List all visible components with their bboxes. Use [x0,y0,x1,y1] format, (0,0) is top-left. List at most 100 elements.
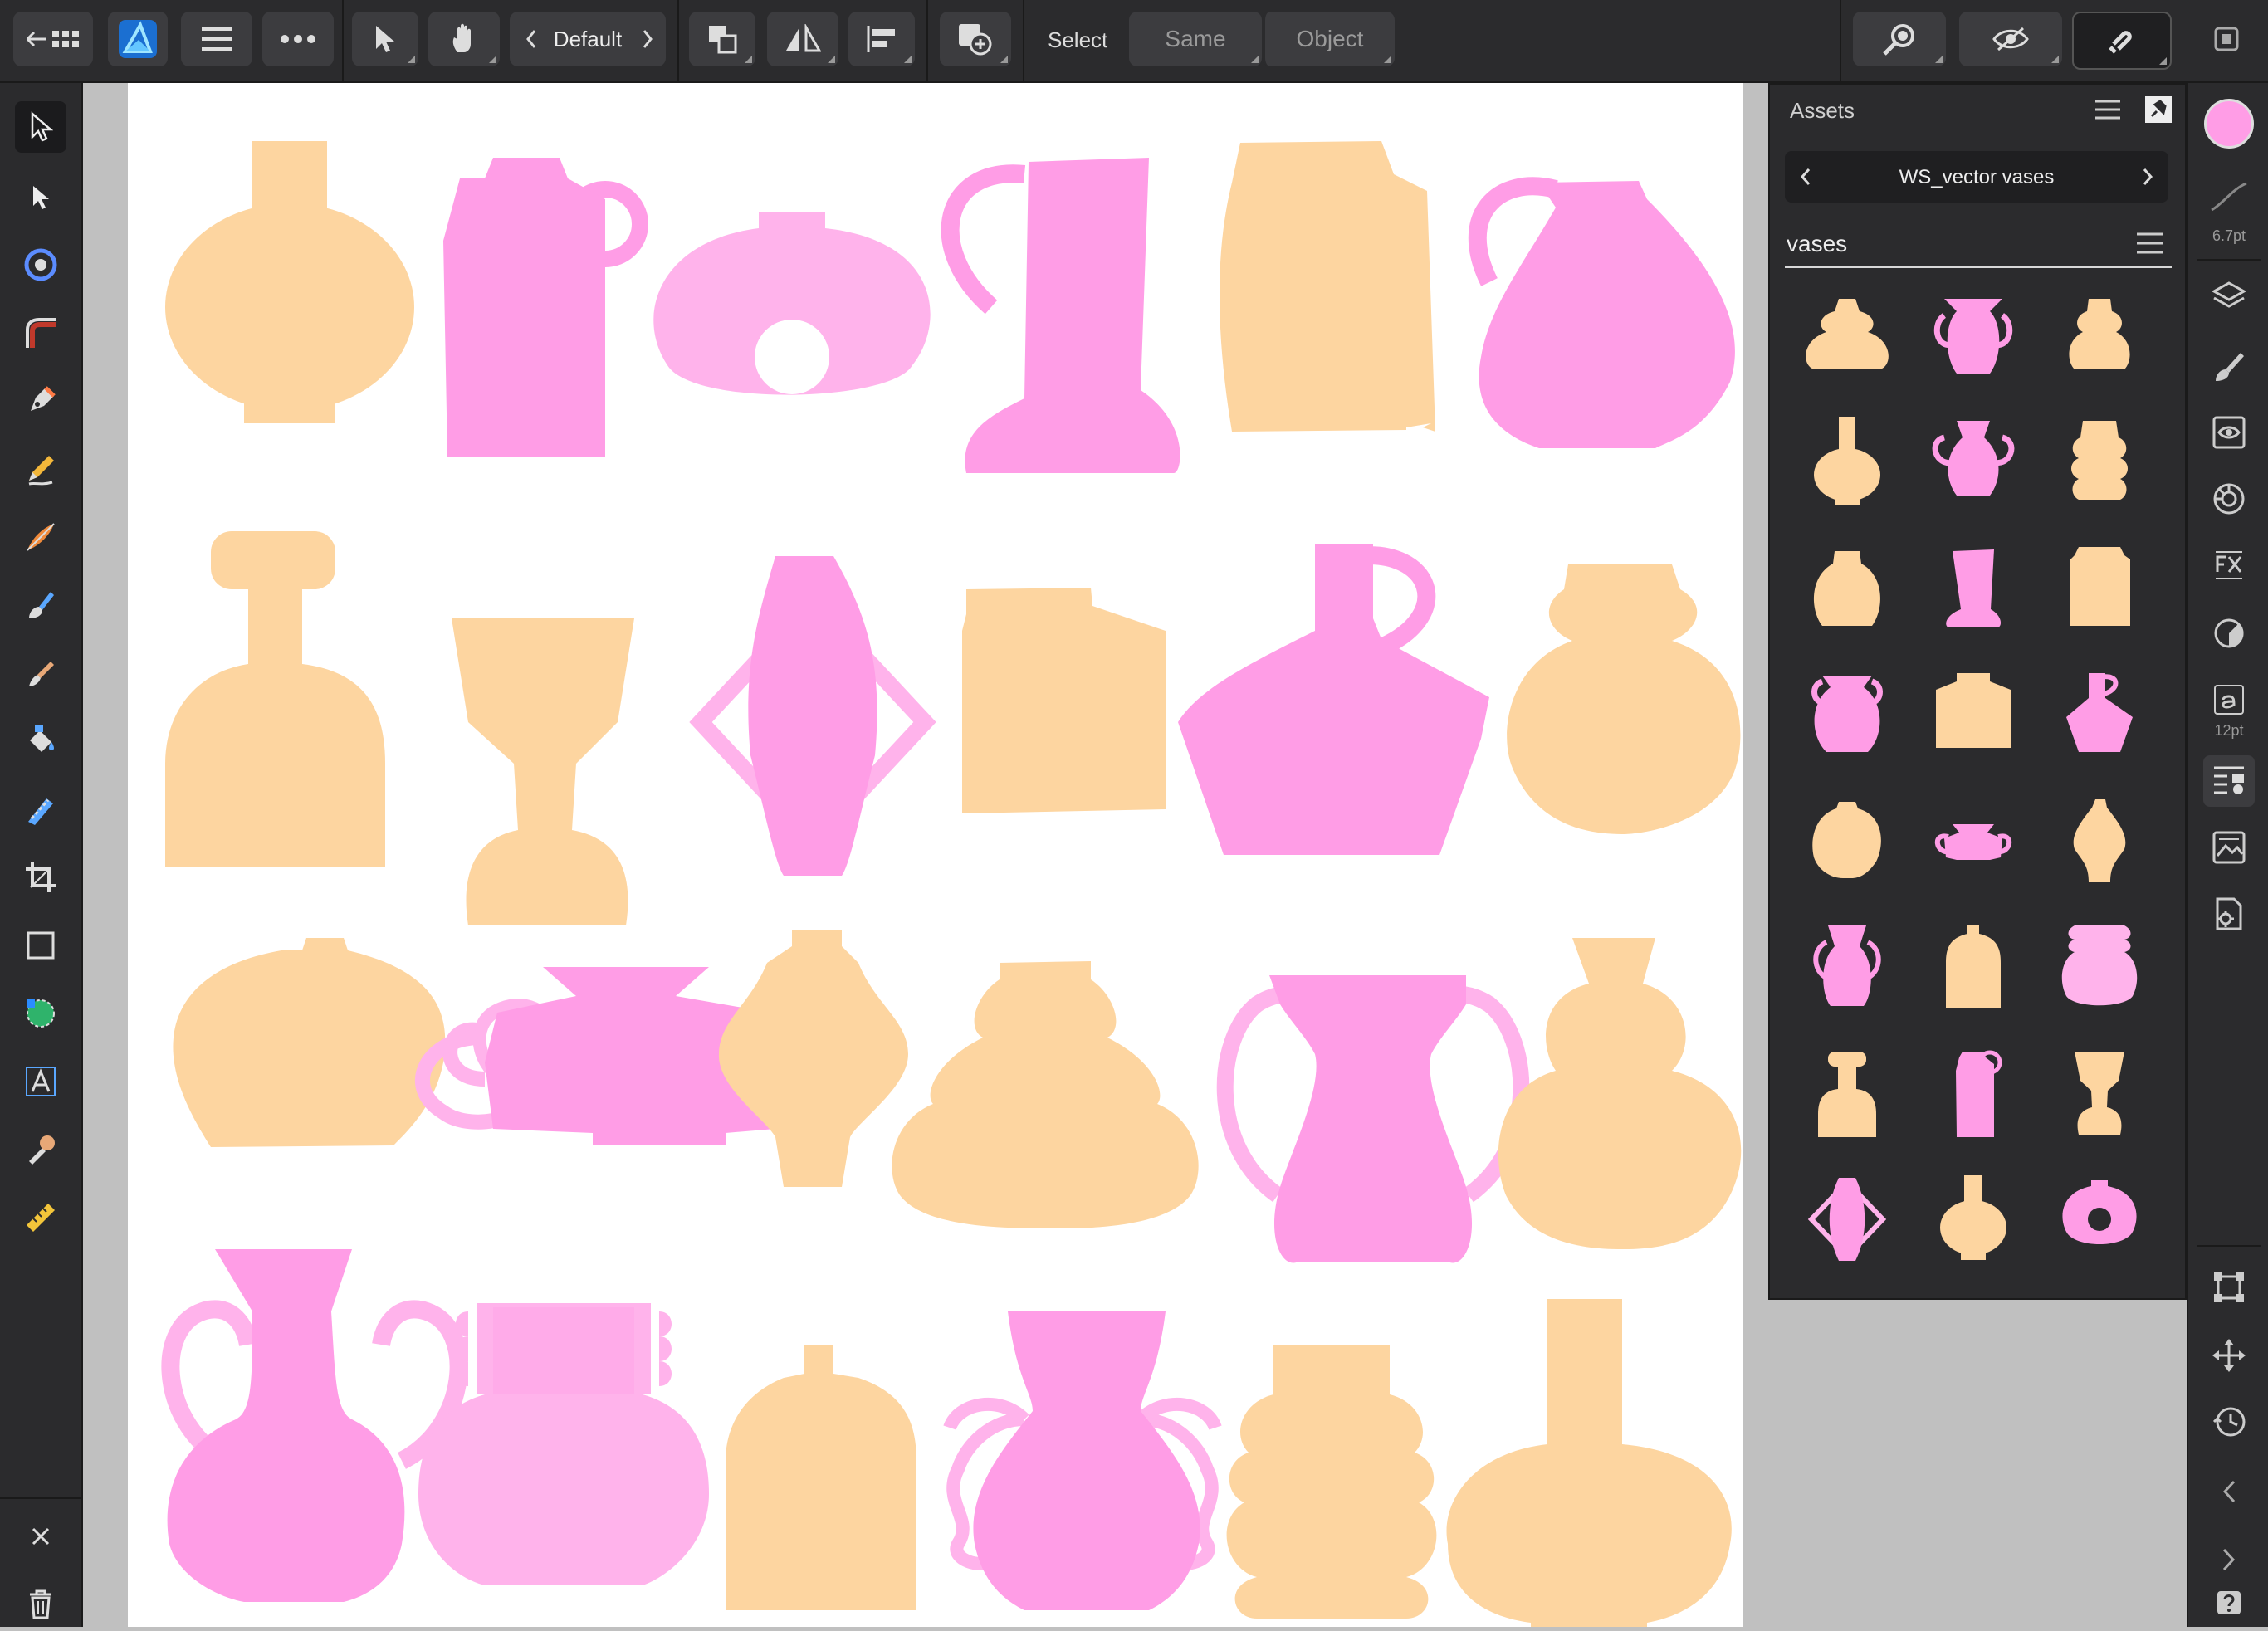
asset-thumbnail[interactable] [1785,779,1909,903]
vase-double-gourd[interactable] [1498,938,1742,1249]
fill-tool[interactable] [15,715,66,767]
boolean-operations-button[interactable] [940,12,1011,66]
vase-diamond-handled[interactable] [689,556,936,876]
vase-squat-urn[interactable] [173,938,446,1147]
asset-thumbnail[interactable] [1785,400,1909,525]
vase-pink-amphora-tall[interactable] [1216,975,1530,1263]
vase-pink-decanter[interactable] [1178,544,1489,855]
category-menu-button[interactable] [2135,231,2168,259]
snapping-button[interactable] [2072,12,2172,70]
assets-menu-button[interactable] [2094,98,2127,126]
undo-button[interactable] [2203,1466,2255,1517]
assets-panel-button[interactable] [2203,755,2255,807]
vase-bottle-tall-neck[interactable] [165,531,385,867]
corner-tool[interactable] [15,307,66,359]
asset-thumbnail[interactable] [1785,1157,1909,1282]
asset-thumbnail[interactable] [1785,526,1909,651]
vase-goblet[interactable] [452,618,634,925]
asset-thumbnail[interactable] [2037,905,2162,1029]
pixel-brush-tool[interactable] [15,647,66,699]
history-panel-button[interactable] [2203,1396,2255,1448]
shape-tool[interactable] [15,988,66,1039]
asset-thumbnail[interactable] [2037,652,2162,777]
zoom-button[interactable] [1853,12,1946,66]
persona-selector[interactable]: Default [510,12,666,66]
asset-thumbnail[interactable] [1785,1031,1909,1155]
asset-thumbnail[interactable] [2037,400,2162,525]
asset-thumbnail[interactable] [1911,905,2036,1029]
asset-thumbnail[interactable] [2037,1157,2162,1282]
layers-panel-button[interactable] [2203,271,2255,322]
vase-square-jar[interactable] [962,588,1166,813]
point-transform-tool[interactable] [15,239,66,291]
asset-thumbnail[interactable] [1911,274,2036,398]
fill-brush-tool[interactable] [15,579,66,631]
asset-thumbnail[interactable] [2037,779,2162,903]
move-tool[interactable] [15,101,66,153]
vase-round-bottle[interactable] [165,141,414,423]
asset-thumbnail[interactable] [1911,779,2036,903]
vase-pink-jug[interactable] [443,158,648,457]
delete-button[interactable] [15,1579,66,1630]
asset-thumbnail[interactable] [1911,400,2036,525]
document-settings-button[interactable] [2203,888,2255,940]
vase-onion[interactable] [718,930,908,1187]
artistic-text-tool[interactable] [15,1056,66,1107]
vase-pink-handled-vase[interactable] [1468,177,1735,448]
more-options-button[interactable] [262,12,334,66]
asset-thumbnail[interactable] [1911,1031,2036,1155]
stock-panel-button[interactable] [2203,822,2255,873]
vase-pink-wavy-handles[interactable] [943,1311,1222,1610]
rectangle-tool[interactable] [15,920,66,971]
category-name[interactable]: vases [1787,231,1847,257]
library-selector[interactable]: WS_vector vases [1785,151,2168,203]
color-picker-tool[interactable] [15,1124,66,1175]
vase-tall-jar[interactable] [1220,141,1435,432]
vase-pink-double-handle[interactable] [161,1249,468,1602]
main-menu-button[interactable] [181,12,252,66]
app-logo-button[interactable] [108,12,168,66]
color-panel-button[interactable] [2203,473,2255,525]
help-button[interactable] [2203,1577,2255,1629]
select-object-button[interactable]: Object [1262,12,1395,66]
asset-thumbnail[interactable] [2037,526,2162,651]
transform-panel-button[interactable] [2203,1262,2255,1313]
vase-ringed-column[interactable] [1226,1345,1437,1619]
navigator-panel-button[interactable] [2203,1330,2255,1381]
align-button[interactable] [848,12,915,66]
vase-pink-pitcher[interactable] [941,158,1180,473]
asset-thumbnail[interactable] [2037,274,2162,398]
brushes-panel-button[interactable] [2203,340,2255,392]
text-style-panel-button[interactable] [2203,674,2255,725]
asset-thumbnail[interactable] [1785,274,1909,398]
asset-thumbnail[interactable] [1785,905,1909,1029]
vase-large-bottle[interactable] [1446,1299,1732,1631]
fill-color-swatch[interactable] [2203,98,2255,149]
asset-thumbnail[interactable] [1911,526,2036,651]
window-mode-button[interactable] [2203,12,2250,66]
pin-panel-button[interactable] [2143,95,2177,128]
node-tool[interactable] [15,171,66,222]
asset-thumbnail[interactable] [1785,652,1909,777]
flip-button[interactable] [767,12,838,66]
vase-donut[interactable] [653,212,931,395]
hand-tool-mode-button[interactable] [428,12,500,66]
pencil-tool[interactable] [15,443,66,495]
asset-thumbnail[interactable] [2037,1031,2162,1155]
move-tool-mode-button[interactable] [352,12,418,66]
effects-panel-button[interactable] [2203,540,2255,591]
vase-gourd[interactable] [1507,564,1741,834]
vase-stacked-bulb[interactable] [892,961,1199,1228]
pen-tool[interactable] [15,375,66,427]
vase-artwork[interactable] [128,83,1743,1631]
view-mode-button[interactable] [1959,12,2062,66]
stroke-width-control[interactable] [2203,171,2255,222]
select-same-button[interactable]: Same [1129,12,1262,66]
vase-slim-bottle[interactable] [726,1345,916,1610]
asset-thumbnail[interactable] [1911,652,2036,777]
crop-tool[interactable] [15,852,66,903]
vector-brush-tool[interactable] [15,511,66,563]
asset-thumbnail[interactable] [1911,1157,2036,1282]
deselect-button[interactable] [15,1511,66,1562]
vase-frilled-jar[interactable] [418,1303,709,1585]
